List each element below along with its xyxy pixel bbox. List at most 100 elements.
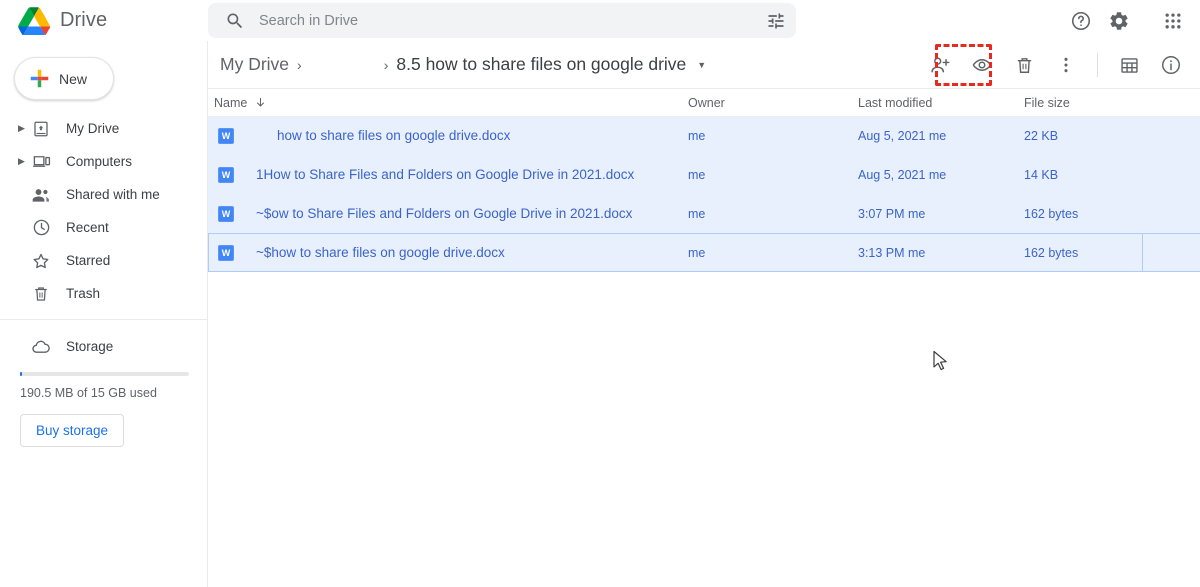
word-doc-icon: W	[218, 166, 234, 183]
cell-last-modified: Aug 5, 2021 me	[858, 128, 947, 143]
cell-owner: me	[688, 167, 706, 182]
storage-usage-text: 190.5 MB of 15 GB used	[20, 386, 157, 400]
more-actions-icon	[1064, 57, 1068, 73]
table-row[interactable]: W 1How to Share Files and Folders on Goog…	[208, 155, 1200, 194]
cell-name: W ~$ow to Share Files and Folders on Goog…	[208, 205, 688, 222]
tune-filter-icon	[768, 13, 784, 28]
cell-name: Whow to share files on google drive.docx	[208, 127, 688, 144]
cell-file-size: 162 bytes	[1024, 245, 1079, 260]
file-name[interactable]: how to share files on google drive.docx	[277, 128, 510, 143]
search-icon	[227, 13, 243, 28]
google-drive-window: Drive Search in Drive New ▶ My Drive ▶ C…	[0, 0, 1200, 587]
help-icon	[1071, 11, 1091, 30]
file-name[interactable]: 1How to Share Files and Folders on Googl…	[256, 167, 634, 182]
cell-file-size: 14 KB	[1024, 167, 1059, 182]
cell-owner: me	[688, 128, 706, 143]
sidebar-item-storage[interactable]: ▶ Storage	[0, 326, 207, 366]
sidebar-item-starred[interactable]: ▶ Starred	[0, 244, 207, 277]
plus-icon	[30, 69, 49, 88]
search-options-button[interactable]	[756, 3, 796, 38]
sidebar-divider	[0, 319, 207, 320]
app-header: Drive	[0, 0, 1200, 41]
search-input[interactable]	[259, 12, 756, 29]
share-add-person-icon	[931, 57, 950, 73]
grid-view-icon	[1120, 57, 1138, 73]
breadcrumb-separator-icon: ›	[297, 56, 302, 73]
delete-button[interactable]	[1005, 46, 1043, 84]
sidebar-item-label: Computers	[66, 154, 133, 169]
cell-owner: me	[688, 206, 706, 221]
file-name[interactable]: ~$ow to Share Files and Folders on Googl…	[256, 206, 632, 221]
breadcrumb: My Drive › › 8.5 how to share files on g…	[214, 51, 706, 78]
grid-view-button[interactable]	[1110, 46, 1148, 84]
sidebar-item-label: Shared with me	[66, 187, 160, 202]
arrow-down-icon	[257, 97, 265, 107]
clock-icon	[30, 217, 52, 239]
word-doc-icon: W	[218, 205, 234, 222]
toolbar-actions	[919, 41, 1192, 89]
preview-button[interactable]	[963, 46, 1001, 84]
cell-file-size: 22 KB	[1024, 128, 1059, 143]
column-header-last-modified[interactable]: Last modified	[858, 96, 1024, 110]
chevron-down-icon[interactable]: ▼	[697, 60, 706, 70]
sidebar-item-trash[interactable]: ▶ Trash	[0, 277, 207, 310]
brand-name: Drive	[60, 9, 108, 31]
column-header-owner[interactable]: Owner	[688, 96, 858, 110]
trash-delete-icon	[1017, 57, 1031, 73]
column-header-file-size[interactable]: File size	[1024, 96, 1144, 110]
my-drive-icon	[30, 118, 52, 140]
search-bar[interactable]	[208, 3, 796, 38]
more-actions-button[interactable]	[1047, 46, 1085, 84]
breadcrumb-current-folder[interactable]: 8.5 how to share files on google drive	[390, 51, 692, 78]
column-header-name[interactable]: Name	[208, 96, 688, 110]
sidebar-item-recent[interactable]: ▶ Recent	[0, 211, 207, 244]
google-apps-grid-icon	[1165, 13, 1181, 28]
toolbar-divider	[1097, 53, 1098, 77]
star-icon	[30, 250, 52, 272]
breadcrumb-separator-icon: ›	[383, 56, 389, 73]
sidebar-item-label: Recent	[66, 220, 109, 235]
storage-progress-fill	[20, 372, 23, 376]
details-info-icon	[1162, 56, 1180, 74]
preview-eye-icon	[972, 59, 992, 71]
sidebar-item-label: My Drive	[66, 121, 120, 136]
content-toolbar: My Drive › › 8.5 how to share files on g…	[208, 41, 1200, 89]
sidebar-item-computers[interactable]: ▶ Computers	[0, 145, 207, 178]
trash-icon	[30, 283, 52, 305]
column-header-name-label: Name	[214, 95, 248, 110]
cell-name: W 1How to Share Files and Folders on Goog…	[208, 166, 688, 183]
new-button[interactable]: New	[14, 57, 114, 100]
share-button[interactable]	[921, 46, 959, 84]
google-drive-logo	[18, 6, 50, 35]
cell-last-modified: 3:13 PM me	[858, 245, 926, 260]
file-name[interactable]: ~$how to share files on google drive.doc…	[256, 245, 505, 260]
brand[interactable]: Drive	[0, 6, 208, 35]
cloud-icon	[30, 335, 52, 357]
storage-label: Storage	[66, 338, 114, 354]
breadcrumb-root[interactable]: My Drive	[214, 51, 295, 78]
sidebar-nav: ▶ My Drive ▶ Computers Shared with me Re…	[0, 112, 207, 310]
table-column-headers: Name Owner Last modified File size	[208, 89, 1200, 116]
buy-storage-button[interactable]: Buy storage	[20, 414, 125, 447]
cell-last-modified: 3:07 PM me	[858, 206, 926, 221]
header-actions	[1062, 0, 1192, 41]
file-list: Whow to share files on google drive.docx…	[208, 116, 1200, 272]
sidebar-item-label: Starred	[66, 253, 111, 268]
shared-with-me-icon	[30, 184, 52, 206]
computers-icon	[30, 151, 52, 173]
sidebar-item-my-drive[interactable]: ▶ My Drive	[0, 112, 207, 145]
word-doc-icon: W	[218, 244, 234, 261]
table-row[interactable]: Whow to share files on google drive.docx…	[208, 116, 1200, 155]
storage-progress-bar	[20, 372, 189, 376]
expand-caret-icon[interactable]: ▶	[18, 124, 28, 133]
table-row[interactable]: W ~$ow to Share Files and Folders on Goog…	[208, 194, 1200, 233]
settings-gear-icon	[1110, 11, 1128, 30]
settings-button[interactable]	[1100, 2, 1138, 40]
sidebar-item-shared-with-me[interactable]: ▶ Shared with me	[0, 178, 207, 211]
details-button[interactable]	[1152, 46, 1190, 84]
google-apps-button[interactable]	[1154, 2, 1192, 40]
help-button[interactable]	[1062, 2, 1100, 40]
table-row[interactable]: W ~$how to share files on google drive.do…	[208, 233, 1200, 272]
sidebar-item-label: Trash	[66, 286, 101, 301]
expand-caret-icon[interactable]: ▶	[18, 157, 28, 166]
